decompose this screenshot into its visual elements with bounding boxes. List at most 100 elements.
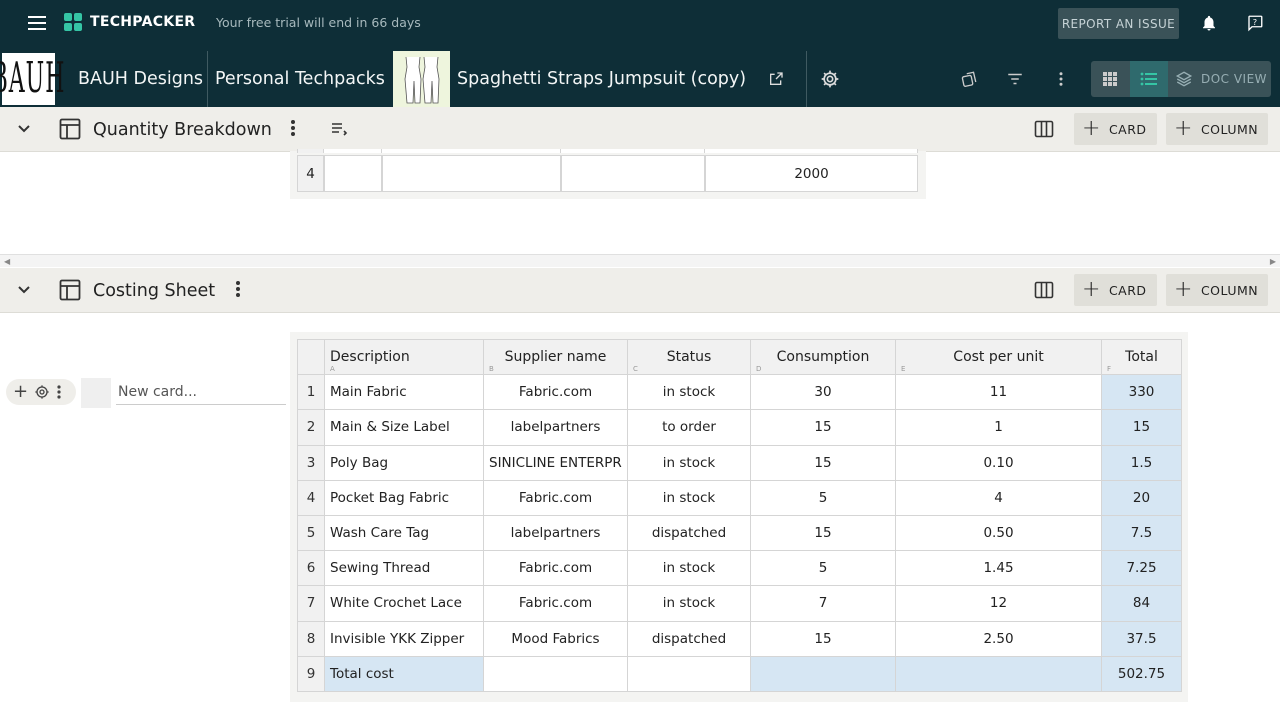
description-cell[interactable]: Pocket Bag Fabric — [324, 479, 484, 516]
more-options-icon[interactable] — [1052, 70, 1070, 88]
add-column-button[interactable]: + COLUMN — [1166, 113, 1269, 145]
supplier-cell[interactable]: labelpartners — [483, 514, 628, 552]
supplier-cell[interactable]: Fabric.com — [483, 374, 628, 411]
column-header-supplier[interactable]: Supplier name B — [483, 338, 628, 376]
consumption-cell[interactable]: 15 — [750, 444, 896, 481]
collapse-chevron-icon[interactable] — [17, 122, 31, 136]
duplicate-icon[interactable] — [960, 70, 978, 88]
grand-total-cell[interactable]: 502.75 — [1101, 655, 1182, 692]
consumption-cell[interactable]: 15 — [750, 409, 896, 446]
report-issue-button[interactable]: REPORT AN ISSUE — [1058, 8, 1179, 39]
column-header-total[interactable]: Total F — [1101, 338, 1182, 376]
table-cell[interactable] — [382, 155, 561, 192]
section-menu-icon[interactable] — [290, 120, 296, 138]
empty-cell[interactable] — [483, 655, 628, 692]
consumption-cell[interactable]: 5 — [750, 479, 896, 516]
column-header-cost-per-unit[interactable]: Cost per unit E — [895, 338, 1102, 376]
total-cell[interactable]: 37.5 — [1101, 620, 1182, 657]
external-link-icon[interactable] — [768, 71, 784, 87]
supplier-cell[interactable]: Fabric.com — [483, 550, 628, 587]
consumption-cell[interactable]: 5 — [750, 550, 896, 587]
new-card-input[interactable] — [116, 379, 286, 405]
add-card-button[interactable]: + CARD — [1074, 113, 1157, 145]
status-cell[interactable]: to order — [627, 409, 751, 446]
consumption-cell[interactable]: 7 — [750, 585, 896, 622]
cost-per-unit-cell[interactable]: 1.45 — [895, 550, 1102, 587]
supplier-cell[interactable]: Mood Fabrics — [483, 620, 628, 657]
card-menu-icon[interactable] — [56, 384, 62, 400]
total-cell[interactable]: 1.5 — [1101, 444, 1182, 481]
doc-view-button[interactable]: DOC VIEW — [1171, 61, 1271, 97]
total-cell[interactable]: 15 — [1101, 409, 1182, 446]
table-cell[interactable] — [561, 155, 705, 192]
cost-per-unit-cell[interactable]: 12 — [895, 585, 1102, 622]
supplier-cell[interactable]: SINICLINE ENTERPR — [483, 444, 628, 481]
total-cell[interactable]: 7.25 — [1101, 550, 1182, 587]
section-menu-icon[interactable] — [235, 281, 241, 299]
horizontal-scrollbar[interactable]: ◀ ▶ — [0, 254, 1280, 267]
grid-view-button[interactable] — [1091, 61, 1129, 97]
columns-icon[interactable] — [1034, 119, 1054, 139]
add-column-button[interactable]: + COLUMN — [1166, 274, 1269, 306]
techpacker-logo[interactable]: TECHPACKER — [64, 13, 195, 31]
description-cell[interactable]: Invisible YKK Zipper — [324, 620, 484, 657]
column-header-status[interactable]: Status C — [627, 338, 751, 376]
filter-icon[interactable] — [1006, 70, 1024, 88]
description-cell[interactable]: Wash Care Tag — [324, 514, 484, 552]
total-cost-label-cell[interactable]: Total cost — [324, 655, 484, 692]
breadcrumb-folder[interactable]: Personal Techpacks — [207, 51, 393, 107]
status-cell[interactable]: in stock — [627, 550, 751, 587]
breadcrumb-company[interactable]: BAUH Designs — [70, 51, 211, 107]
status-cell[interactable]: in stock — [627, 479, 751, 516]
empty-formula-cell[interactable] — [750, 655, 896, 692]
cost-per-unit-cell[interactable]: 11 — [895, 374, 1102, 411]
status-cell[interactable]: dispatched — [627, 620, 751, 657]
list-view-button[interactable] — [1130, 61, 1168, 97]
status-cell[interactable]: in stock — [627, 444, 751, 481]
cost-per-unit-cell[interactable]: 2.50 — [895, 620, 1102, 657]
help-feedback-icon[interactable]: ? — [1246, 14, 1264, 32]
settings-gear-icon[interactable] — [820, 69, 840, 89]
columns-icon[interactable] — [1034, 280, 1054, 300]
description-cell[interactable]: Sewing Thread — [324, 550, 484, 587]
table-cell[interactable] — [324, 155, 382, 192]
empty-cell[interactable] — [627, 655, 751, 692]
total-cell[interactable]: 7.5 — [1101, 514, 1182, 552]
supplier-cell[interactable]: labelpartners — [483, 409, 628, 446]
brand-logo[interactable]: BAUH — [0, 51, 64, 107]
status-cell[interactable]: in stock — [627, 585, 751, 622]
list-settings-icon[interactable] — [330, 120, 348, 138]
supplier-cell[interactable]: Fabric.com — [483, 585, 628, 622]
consumption-cell[interactable]: 15 — [750, 514, 896, 552]
total-cell[interactable]: 330 — [1101, 374, 1182, 411]
table-cell[interactable]: 2000 — [705, 155, 918, 192]
card-settings-gear-icon[interactable] — [34, 384, 50, 400]
total-cell[interactable]: 84 — [1101, 585, 1182, 622]
collapse-chevron-icon[interactable] — [17, 283, 31, 297]
description-cell[interactable]: White Crochet Lace — [324, 585, 484, 622]
total-cell[interactable]: 20 — [1101, 479, 1182, 516]
description-cell[interactable]: Poly Bag — [324, 444, 484, 481]
column-header-consumption[interactable]: Consumption D — [750, 338, 896, 376]
product-thumbnail[interactable] — [393, 51, 450, 107]
description-cell[interactable]: Main Fabric — [324, 374, 484, 411]
breadcrumb-product[interactable]: Spaghetti Straps Jumpsuit (copy) — [449, 51, 754, 107]
card-thumbnail[interactable] — [81, 378, 111, 408]
cost-per-unit-cell[interactable]: 1 — [895, 409, 1102, 446]
add-card-button[interactable]: + CARD — [1074, 274, 1157, 306]
menu-icon[interactable] — [28, 16, 46, 30]
scroll-right-arrow-icon[interactable]: ▶ — [1270, 257, 1276, 266]
consumption-cell[interactable]: 15 — [750, 620, 896, 657]
cost-per-unit-cell[interactable]: 0.50 — [895, 514, 1102, 552]
bell-icon[interactable] — [1200, 14, 1218, 32]
empty-formula-cell[interactable] — [895, 655, 1102, 692]
column-header-description[interactable]: Description A — [324, 338, 484, 376]
status-cell[interactable]: dispatched — [627, 514, 751, 552]
cost-per-unit-cell[interactable]: 0.10 — [895, 444, 1102, 481]
consumption-cell[interactable]: 30 — [750, 374, 896, 411]
status-cell[interactable]: in stock — [627, 374, 751, 411]
add-icon[interactable]: + — [13, 383, 28, 401]
description-cell[interactable]: Main & Size Label — [324, 409, 484, 446]
supplier-cell[interactable]: Fabric.com — [483, 479, 628, 516]
cost-per-unit-cell[interactable]: 4 — [895, 479, 1102, 516]
